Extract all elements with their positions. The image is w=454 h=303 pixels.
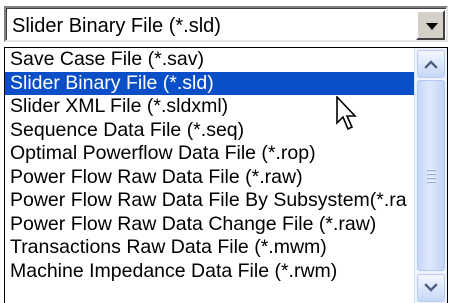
scrollbar-thumb[interactable] xyxy=(417,80,445,271)
combobox-selected-value: Slider Binary File (*.sld) xyxy=(12,15,221,37)
file-type-dropdown-list: Save Case File (*.sav) Slider Binary Fil… xyxy=(4,47,448,303)
list-item[interactable]: Save Case File (*.sav) xyxy=(5,48,414,72)
combobox-dropdown-button[interactable] xyxy=(416,10,445,40)
list-item[interactable]: Machine Impedance Data File (*.rwm) xyxy=(5,260,414,284)
combobox-field: Slider Binary File (*.sld) xyxy=(6,8,446,40)
chevron-down-icon xyxy=(426,23,438,30)
list-item[interactable]: Power Flow Raw Data File (*.raw) xyxy=(5,166,414,190)
list-item[interactable]: Slider Binary File (*.sld) xyxy=(5,71,414,95)
chevron-up-icon xyxy=(424,60,438,69)
list-item[interactable]: Slider XML File (*.sldxml) xyxy=(5,95,414,119)
list-item[interactable]: Power Flow Raw Data File By Subsystem(*.… xyxy=(5,189,414,213)
list-item[interactable]: Power Flow Raw Data Change File (*.raw) xyxy=(5,213,414,237)
list-item[interactable]: Transactions Raw Data File (*.mwm) xyxy=(5,236,414,260)
chevron-down-icon xyxy=(424,283,438,292)
grip-icon xyxy=(427,169,436,183)
list-item[interactable]: Sequence Data File (*.seq) xyxy=(5,119,414,143)
scroll-down-button[interactable] xyxy=(417,274,445,302)
scroll-up-button[interactable] xyxy=(417,50,445,78)
file-type-selector: Slider Binary File (*.sld) Save Case Fil… xyxy=(0,0,454,303)
dropdown-options: Save Case File (*.sav) Slider Binary Fil… xyxy=(5,48,414,303)
file-type-combobox[interactable]: Slider Binary File (*.sld) xyxy=(4,6,448,42)
list-item[interactable]: Optimal Powerflow Data File (*.rop) xyxy=(5,142,414,166)
vertical-scrollbar[interactable] xyxy=(414,48,447,303)
